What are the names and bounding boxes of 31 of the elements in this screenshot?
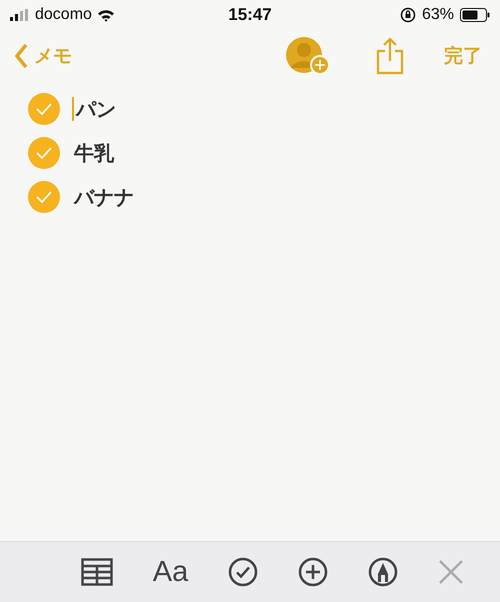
checkmark-circle-icon	[228, 557, 258, 587]
status-time: 15:47	[228, 5, 272, 25]
back-button[interactable]: メモ	[14, 43, 72, 69]
pen-tip-circle-icon	[368, 557, 398, 587]
done-button[interactable]: 完了	[414, 43, 486, 69]
checkbox[interactable]	[28, 181, 60, 213]
checklist-item-text: バナナ	[74, 186, 134, 210]
add-person-button[interactable]	[284, 36, 330, 76]
checkbox[interactable]	[28, 137, 60, 169]
checkmark-icon	[35, 102, 53, 116]
table-icon	[80, 558, 113, 586]
carrier-name: docomo	[35, 6, 92, 24]
add-circle-icon	[298, 557, 328, 587]
battery-percentage: 63%	[422, 6, 454, 24]
markup-button[interactable]	[368, 557, 398, 587]
share-button[interactable]	[376, 37, 404, 75]
checkmark-icon	[35, 146, 53, 160]
format-button[interactable]: Aa	[152, 556, 188, 588]
signal-icon	[10, 9, 30, 21]
checklist-item-text: パン	[76, 98, 116, 122]
battery-icon	[460, 8, 490, 22]
checklist-button[interactable]	[228, 557, 258, 587]
checklist-item-text: 牛乳	[74, 142, 114, 166]
close-icon	[438, 559, 464, 585]
add-button[interactable]	[298, 557, 328, 587]
checkbox[interactable]	[28, 93, 60, 125]
table-button[interactable]	[80, 558, 113, 586]
wifi-icon	[96, 8, 115, 22]
checkmark-icon	[35, 190, 53, 204]
rotation-lock-icon	[400, 7, 416, 23]
chevron-left-icon	[14, 43, 28, 69]
